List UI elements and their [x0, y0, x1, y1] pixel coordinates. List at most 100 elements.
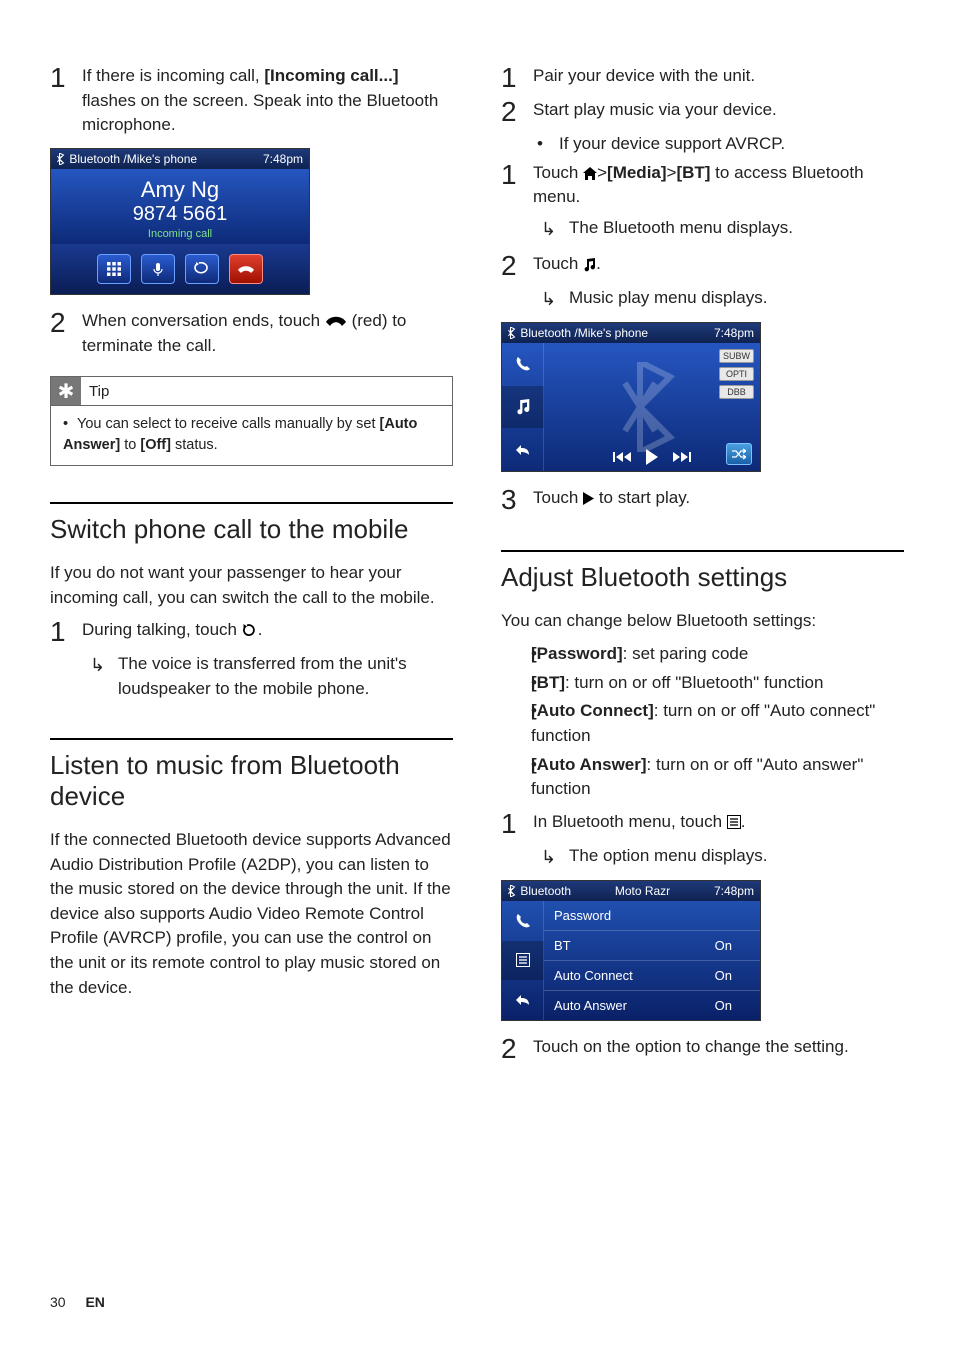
end-call-button[interactable] — [229, 254, 263, 284]
left-column: 1 If there is incoming call, [Incoming c… — [50, 64, 453, 1069]
step-1: 1 If there is incoming call, [Incoming c… — [50, 64, 453, 138]
badge-subw[interactable]: SUBW — [719, 349, 754, 363]
tab-back[interactable] — [502, 980, 544, 1020]
shuffle-button[interactable] — [726, 443, 752, 465]
s4-step2: 2 Touch on the option to change the sett… — [501, 1035, 904, 1063]
badge-dbb[interactable]: DBB — [719, 385, 754, 399]
bt-header-time: 7:48pm — [714, 326, 754, 340]
r-step2: 2 Start play music via your device. — [501, 98, 904, 126]
tab-list[interactable] — [502, 941, 544, 981]
text: The option menu displays. — [569, 844, 767, 870]
result-note: ↳ Music play menu displays. — [541, 286, 904, 312]
tip-label: Tip — [89, 379, 109, 404]
step-number: 1 — [501, 64, 533, 92]
text: > — [667, 163, 677, 182]
text: Music play menu displays. — [569, 286, 767, 312]
text: When conversation ends, touch — [82, 311, 325, 330]
tab-back[interactable] — [502, 428, 544, 471]
text: to start play. — [594, 488, 690, 507]
right-column: 1 Pair your device with the unit. 2 Star… — [501, 64, 904, 1069]
step-number: 2 — [50, 309, 82, 358]
page-footer: 30 EN — [50, 1294, 105, 1310]
bluetooth-watermark-icon — [617, 362, 687, 452]
tab-phone[interactable] — [502, 343, 544, 386]
bt-header-time: 7:48pm — [714, 884, 754, 898]
arrow-icon: ↳ — [90, 652, 118, 701]
transfer-button[interactable] — [185, 254, 219, 284]
ui-ref: [Media] — [607, 163, 667, 182]
setting-row-auto-answer[interactable]: Auto AnswerOn — [544, 991, 760, 1020]
tab-phone[interactable] — [502, 901, 544, 941]
step-number: 2 — [501, 98, 533, 126]
result-note: ↳ The option menu displays. — [541, 844, 904, 870]
tip-box: ✱ Tip •You can select to receive calls m… — [50, 376, 453, 466]
text: If there is incoming call, — [82, 66, 264, 85]
bt-header-device: Moto Razr — [615, 884, 670, 898]
list-menu-icon — [727, 815, 741, 829]
step-2: 2 When conversation ends, touch (red) to… — [50, 309, 453, 358]
text: Touch on the option to change the settin… — [533, 1035, 904, 1063]
text: In Bluetooth menu, touch — [533, 812, 727, 831]
bt-header-title: Bluetooth /Mike's phone — [57, 152, 197, 166]
text: Touch — [533, 163, 583, 182]
paragraph: If the connected Bluetooth device suppor… — [50, 828, 453, 1000]
step-number: 3 — [501, 486, 533, 514]
paragraph: If you do not want your passenger to hea… — [50, 561, 453, 610]
text: The Bluetooth menu displays. — [569, 216, 793, 242]
text: If your device support AVRCP. — [559, 132, 785, 157]
transfer-icon — [242, 624, 258, 638]
screenshot-bt-music: Bluetooth /Mike's phone 7:48pm SUBW OPT — [501, 322, 761, 472]
r-substep3: 3 Touch to start play. — [501, 486, 904, 514]
section-title-listen-music: Listen to music from Bluetooth device — [50, 750, 453, 812]
arrow-icon: ↳ — [541, 286, 569, 312]
step-1b: 1 During talking, touch . — [50, 618, 453, 646]
text: Touch — [533, 488, 583, 507]
text: You can select to receive calls manually… — [77, 416, 380, 432]
ui-ref: [Auto Connect] — [531, 701, 654, 720]
prev-track-icon[interactable] — [613, 450, 631, 464]
ui-ref: [BT] — [676, 163, 710, 182]
ui-ref: [Incoming call...] — [264, 66, 398, 85]
screenshot-bt-settings: Bluetooth Moto Razr 7:48pm Password BTOn… — [501, 880, 761, 1021]
text: Pair your device with the unit. — [533, 64, 904, 92]
badge-opti[interactable]: OPTI — [719, 367, 754, 381]
arrow-icon: ↳ — [541, 844, 569, 870]
bt-header-title: Bluetooth — [508, 884, 571, 898]
step-number: 1 — [50, 64, 82, 138]
mute-button[interactable] — [141, 254, 175, 284]
setting-row-auto-connect[interactable]: Auto ConnectOn — [544, 961, 760, 991]
text: : turn on or off "Bluetooth" function — [565, 673, 823, 692]
keypad-button[interactable] — [97, 254, 131, 284]
text: flashes on the screen. Speak into the Bl… — [82, 91, 438, 135]
result-note: ↳ The Bluetooth menu displays. — [541, 216, 904, 242]
bt-header-title: Bluetooth /Mike's phone — [508, 326, 648, 340]
page-number: 30 — [50, 1294, 66, 1310]
play-icon[interactable] — [645, 449, 659, 465]
paragraph: You can change below Bluetooth settings: — [501, 609, 904, 634]
result-note: ↳ The voice is transferred from the unit… — [90, 652, 453, 701]
caller-number: 9874 5661 — [51, 203, 309, 226]
bt-header-time: 7:48pm — [263, 152, 303, 166]
next-track-icon[interactable] — [673, 450, 691, 464]
step-number: 1 — [50, 618, 82, 646]
setting-row-password[interactable]: Password — [544, 901, 760, 931]
home-icon — [583, 167, 597, 180]
text: status. — [171, 437, 218, 453]
text: . — [741, 812, 746, 831]
text: > — [597, 163, 607, 182]
r-step1: 1 Pair your device with the unit. — [501, 64, 904, 92]
step-number: 2 — [501, 252, 533, 280]
text: . — [596, 254, 601, 273]
text: : set paring code — [623, 644, 749, 663]
screenshot-incoming-call: Bluetooth /Mike's phone 7:48pm Amy Ng 98… — [50, 148, 310, 295]
play-icon — [583, 492, 594, 505]
tab-music[interactable] — [502, 386, 544, 429]
ui-ref: [Auto Answer] — [531, 755, 647, 774]
text: During talking, touch — [82, 620, 242, 639]
setting-row-bt[interactable]: BTOn — [544, 931, 760, 961]
call-status: Incoming call — [51, 228, 309, 240]
phone-hangup-icon — [325, 315, 347, 327]
arrow-icon: ↳ — [541, 216, 569, 242]
tip-icon: ✱ — [51, 377, 81, 405]
ui-ref: [Password] — [531, 644, 623, 663]
